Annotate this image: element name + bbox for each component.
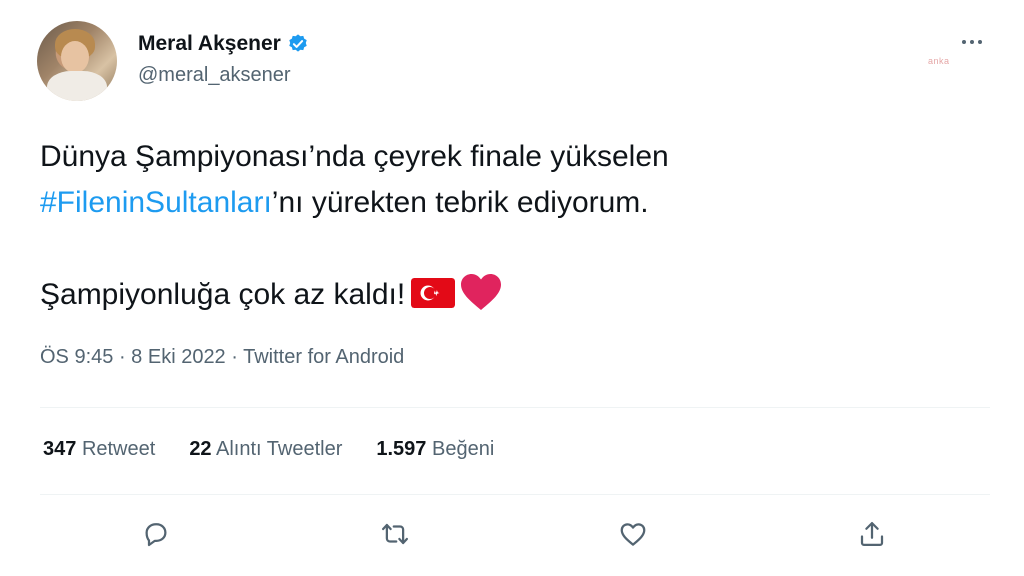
retweet-button[interactable] <box>375 512 415 556</box>
more-dot <box>978 40 982 44</box>
stat-count: 1.597 <box>376 438 427 460</box>
like-button[interactable] <box>613 512 653 556</box>
divider <box>40 494 990 495</box>
share-icon <box>860 522 884 546</box>
author-name[interactable]: Meral Akşener <box>138 32 281 56</box>
share-button[interactable] <box>852 512 892 556</box>
more-options-icon[interactable] <box>956 30 988 54</box>
action-bar <box>40 512 990 560</box>
turkey-flag-icon <box>411 278 456 308</box>
tweet-line-2-rest: ’nı yürekten tebrik ediyorum. <box>271 186 649 219</box>
red-heart-icon <box>461 274 502 310</box>
more-dot <box>962 40 966 44</box>
reply-icon <box>145 523 167 547</box>
tweet-line-2: #FileninSultanları’nı yürekten tebrik ed… <box>40 180 669 226</box>
stat-likes[interactable]: 1.597 Beğeni <box>376 438 494 461</box>
tweet-time[interactable]: ÖS 9:45 <box>40 346 113 368</box>
author-handle[interactable]: @meral_aksener <box>138 64 291 87</box>
avatar[interactable] <box>37 21 117 101</box>
stat-quotes[interactable]: 22 Alıntı Tweetler <box>189 438 342 461</box>
stat-count: 347 <box>43 438 77 460</box>
verified-badge-icon <box>289 34 307 52</box>
stat-label: Retweet <box>81 438 156 460</box>
author-name-row: Meral Akşener <box>138 32 309 56</box>
tweet-line-1: Dünya Şampiyonası’nda çeyrek finale yüks… <box>40 140 669 173</box>
like-icon <box>620 523 646 546</box>
watermark: anka <box>928 56 950 66</box>
meta-separator: · <box>113 346 132 368</box>
tweet-source[interactable]: Twitter for Android <box>243 346 404 368</box>
avatar-face <box>61 41 89 73</box>
tweet-date[interactable]: 8 Eki 2022 <box>131 346 226 368</box>
tweet-line-3: Şampiyonluğa çok az kaldı! <box>40 272 669 318</box>
stat-label: Beğeni <box>432 438 495 460</box>
more-dot <box>970 40 974 44</box>
stat-label: Alıntı Tweetler <box>216 438 343 460</box>
divider <box>40 407 990 408</box>
stat-retweets[interactable]: 347 Retweet <box>43 438 155 461</box>
tweet-meta: ÖS 9:45 · 8 Eki 2022 · Twitter for Andro… <box>40 346 404 369</box>
retweet-icon <box>382 523 408 545</box>
tweet-text: Dünya Şampiyonası’nda çeyrek finale yüks… <box>40 134 669 318</box>
avatar-body <box>47 71 107 101</box>
hashtag-link[interactable]: #FileninSultanları <box>40 186 272 219</box>
meta-separator: · <box>225 346 244 368</box>
stat-count: 22 <box>189 438 212 460</box>
reply-button[interactable] <box>136 512 176 556</box>
tweet-stats: 347 Retweet 22 Alıntı Tweetler 1.597 Beğ… <box>43 438 494 461</box>
tweet-line-3-text: Şampiyonluğa çok az kaldı! <box>40 278 406 311</box>
